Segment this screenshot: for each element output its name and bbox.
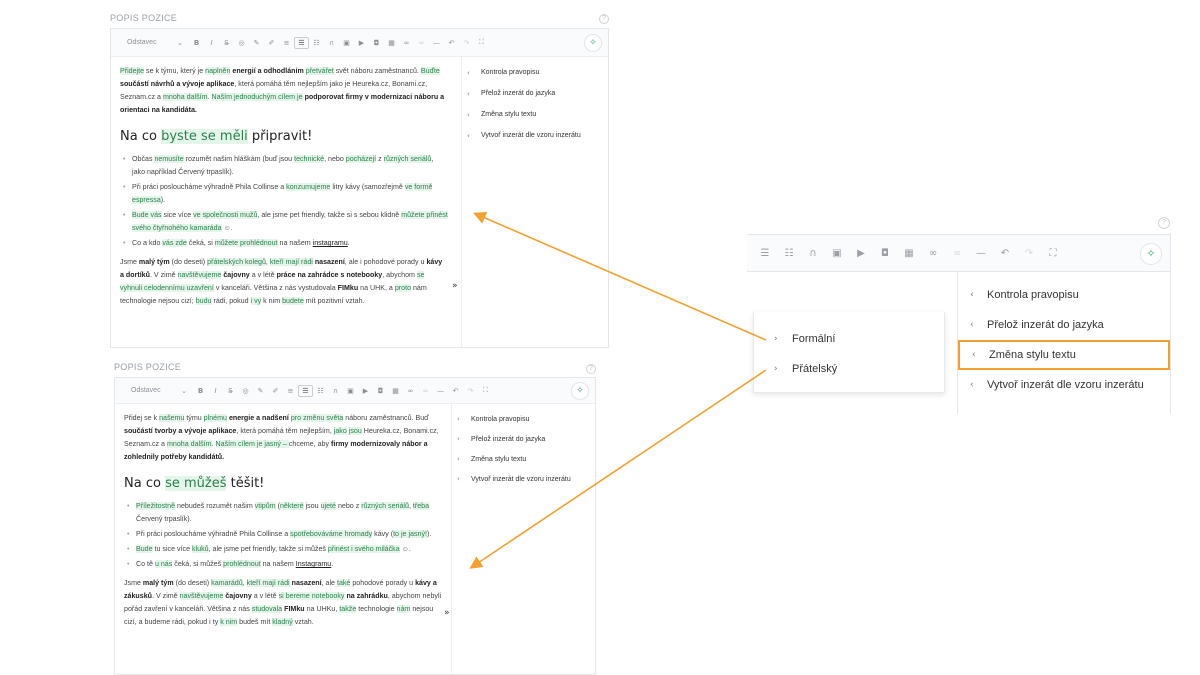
annotation-arrows <box>469 211 767 569</box>
arrow-to-top-editor <box>473 211 767 341</box>
arrow-to-bottom-editor <box>469 369 767 569</box>
